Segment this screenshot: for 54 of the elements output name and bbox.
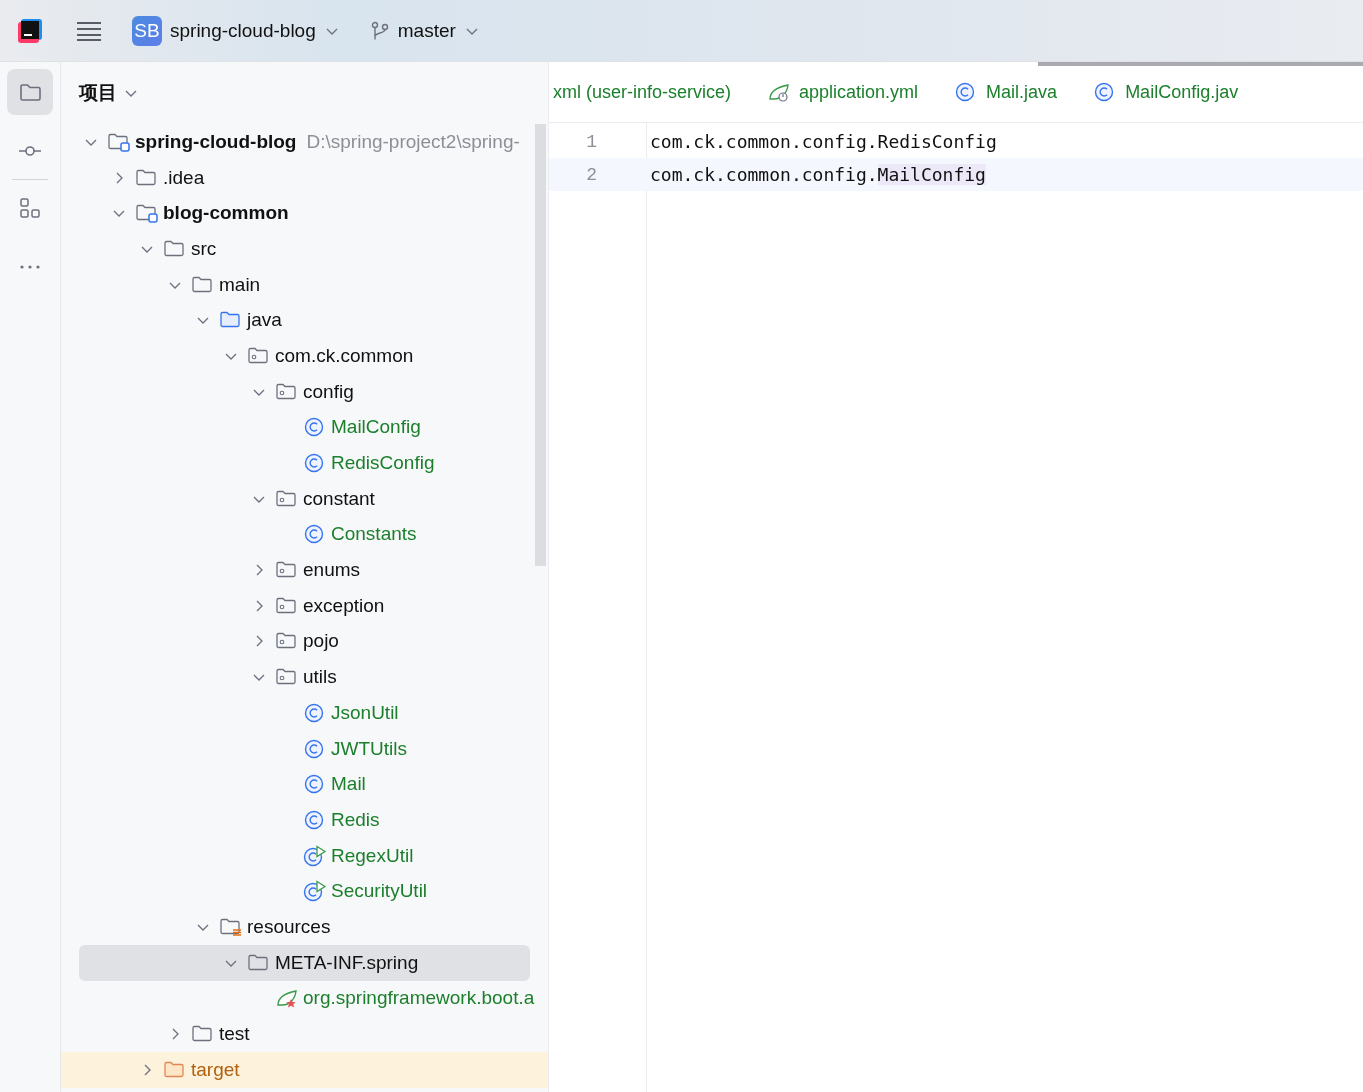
tree-item-label[interactable]: Redis (331, 808, 380, 831)
tree-item-label[interactable]: Constants (331, 523, 417, 546)
panel-title-dropdown[interactable]: 项目 (79, 80, 139, 106)
spring-leaf-icon (767, 81, 792, 103)
project-path: D:\spring-project2\spring- (306, 130, 520, 153)
tree-item-label[interactable]: enums (303, 559, 361, 582)
tree-item-label[interactable]: SecurityUtil (331, 880, 428, 903)
tree-item-label[interactable]: com.ck.common (275, 344, 414, 367)
code-line: com.ck.common.config.RedisConfig (650, 131, 997, 152)
branch-selector[interactable]: master (369, 12, 480, 49)
tree-item-label[interactable]: Mail (331, 773, 366, 796)
tree-row-highlight[interactable]: META-INF.spring (79, 944, 530, 981)
app-logo-icon[interactable] (17, 17, 43, 44)
runnable-class-icon (303, 880, 327, 903)
tree-item-label[interactable]: test (219, 1023, 250, 1046)
tree-item-label[interactable]: blog-common (163, 202, 289, 225)
tab-scrollbar[interactable] (1038, 62, 1363, 66)
editor-tab[interactable]: application.yml (767, 81, 919, 103)
tree-item-label[interactable]: java (247, 309, 282, 332)
tree-item-label[interactable]: target (191, 1058, 240, 1081)
tree-item-label[interactable]: .idea (163, 166, 205, 189)
line-number: 2 (585, 164, 597, 185)
tree-item-label[interactable]: RegexUtil (331, 844, 414, 867)
editor-tab[interactable]: Mail.java (954, 81, 1058, 103)
tree-item-label[interactable]: exception (303, 594, 385, 617)
tree-item-label[interactable]: src (191, 237, 217, 260)
tree-item-label[interactable]: RedisConfig (331, 452, 435, 475)
scrollbar[interactable] (535, 124, 546, 566)
editor-tab[interactable]: MailConfig.jav (1093, 81, 1239, 103)
tree-item-label[interactable]: org.springframework.boot.a (303, 987, 535, 1010)
runnable-class-icon (303, 844, 327, 867)
structure-icon (18, 196, 42, 220)
tree-item-label[interactable]: JWTUtils (331, 737, 407, 760)
menu-icon[interactable] (76, 20, 102, 41)
tree-item-label[interactable]: MailConfig (331, 416, 421, 439)
more-icon (20, 265, 40, 269)
code-line: com.ck.common.config.MailConfig (650, 164, 986, 185)
folder-tool-button[interactable] (7, 69, 53, 115)
tree-item-label[interactable]: pojo (303, 630, 339, 653)
tree-item-label[interactable]: resources (247, 915, 331, 938)
project-badge: SB (132, 15, 162, 46)
tree-item-label[interactable]: constant (303, 487, 375, 510)
branch-icon (369, 20, 390, 41)
tree-item-label[interactable]: JsonUtil (331, 701, 399, 724)
module-folder-icon (135, 202, 159, 225)
tree-item-label[interactable]: config (303, 380, 354, 403)
line-number: 1 (585, 131, 597, 152)
project-selector[interactable]: SB spring-cloud-blog (132, 12, 340, 49)
editor-tab[interactable]: xml (user-info-service) (553, 81, 732, 103)
spring-leaf-icon (275, 987, 299, 1010)
tree-item-label[interactable]: utils (303, 666, 337, 689)
tree-item-label[interactable]: spring-cloud-blog (135, 130, 297, 153)
tree-item-label[interactable]: META-INF.spring (275, 951, 419, 974)
tree-item-label[interactable]: main (219, 273, 261, 296)
